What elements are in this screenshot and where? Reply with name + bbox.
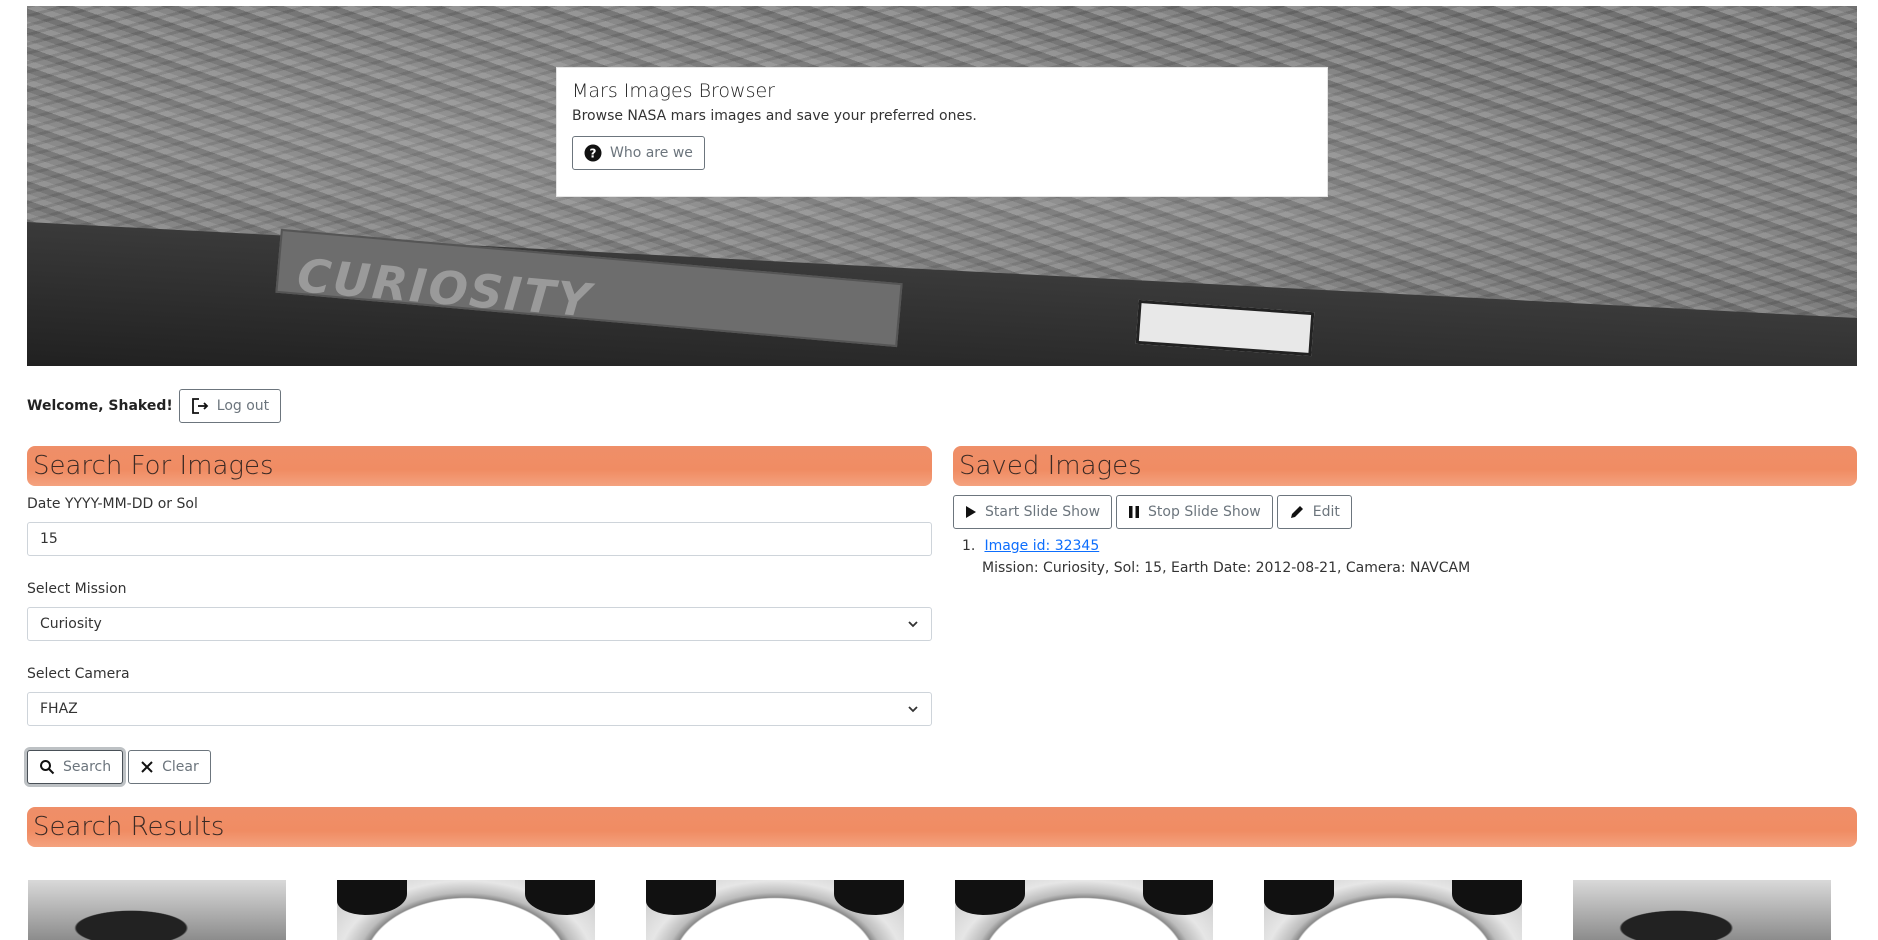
results-section-title: Search Results	[33, 812, 225, 842]
results-section-header: Search Results	[27, 807, 1857, 847]
result-thumbnail[interactable]	[337, 880, 595, 940]
start-slideshow-label: Start Slide Show	[985, 504, 1101, 520]
stop-slideshow-button[interactable]: Stop Slide Show	[1116, 495, 1273, 529]
result-thumbnail[interactable]	[955, 880, 1213, 940]
play-icon	[965, 505, 977, 519]
mission-select-value: Curiosity	[40, 616, 102, 632]
list-item-number: 1.	[962, 538, 976, 554]
mission-label: Select Mission	[27, 581, 127, 597]
start-slideshow-button[interactable]: Start Slide Show	[953, 495, 1113, 529]
camera-select-value: FHAZ	[40, 701, 78, 717]
result-thumbnail[interactable]	[1573, 880, 1831, 940]
result-thumbnail[interactable]	[1264, 880, 1522, 940]
search-icon	[39, 759, 55, 775]
saved-image-description: Mission: Curiosity, Sol: 15, Earth Date:…	[982, 560, 1471, 576]
result-thumbnail[interactable]	[28, 880, 286, 940]
stop-slideshow-label: Stop Slide Show	[1148, 504, 1261, 520]
search-label: Search	[63, 759, 112, 775]
chevron-down-icon	[907, 618, 919, 634]
edit-label: Edit	[1312, 504, 1340, 520]
welcome-text: Welcome, Shaked!	[27, 398, 173, 414]
hero-card: Mars Images Browser Browse NASA mars ima…	[556, 67, 1328, 197]
logout-button[interactable]: Log out	[178, 389, 282, 423]
welcome-bar: Welcome, Shaked! Log out	[27, 389, 282, 423]
saved-images-list: 1. Image id: 32345 Mission: Curiosity, S…	[962, 538, 1470, 576]
search-button[interactable]: Search	[27, 750, 124, 784]
result-thumbnail[interactable]	[646, 880, 904, 940]
camera-select[interactable]: FHAZ	[27, 692, 932, 726]
date-input-value: 15	[40, 531, 58, 547]
edit-button[interactable]: Edit	[1276, 495, 1352, 529]
saved-image-link[interactable]: Image id: 32345	[984, 538, 1099, 554]
logout-icon	[191, 397, 209, 415]
svg-text:?: ?	[590, 147, 597, 161]
clear-button[interactable]: Clear	[128, 750, 211, 784]
saved-section-title: Saved Images	[959, 451, 1142, 481]
slideshow-actions: Start Slide Show Stop Slide Show Edit	[953, 495, 1352, 529]
close-icon	[140, 760, 154, 774]
logout-label: Log out	[216, 398, 270, 414]
who-are-we-button[interactable]: ? Who are we	[572, 136, 705, 170]
search-section-header: Search For Images	[27, 446, 932, 486]
search-section-title: Search For Images	[33, 451, 274, 481]
clear-label: Clear	[162, 759, 199, 775]
page: CURIOSITY Mars Images Browser Browse NAS…	[0, 0, 1878, 940]
app-subtitle: Browse NASA mars images and save your pr…	[572, 108, 977, 124]
pencil-icon	[1289, 504, 1305, 520]
camera-label: Select Camera	[27, 666, 130, 682]
chevron-down-icon	[907, 703, 919, 719]
saved-section-header: Saved Images	[953, 446, 1857, 486]
app-title: Mars Images Browser	[572, 80, 775, 102]
list-item: 1. Image id: 32345 Mission: Curiosity, S…	[962, 538, 1470, 576]
date-label: Date YYYY-MM-DD or Sol	[27, 496, 198, 512]
question-circle-icon: ?	[584, 144, 602, 162]
who-are-we-label: Who are we	[610, 145, 693, 161]
pause-icon	[1128, 505, 1140, 519]
mission-select[interactable]: Curiosity	[27, 607, 932, 641]
date-input[interactable]: 15	[27, 522, 932, 556]
search-actions: Search Clear	[27, 750, 211, 784]
